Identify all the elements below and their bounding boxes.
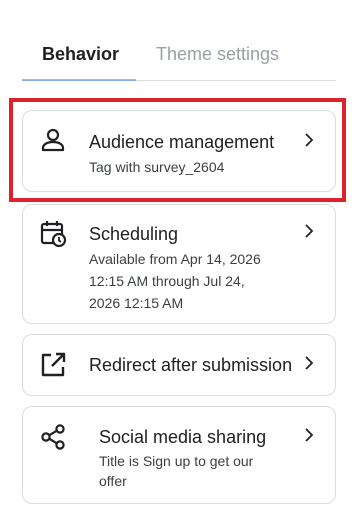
social-media-title: Social media sharing (99, 427, 267, 447)
scheduling-line-3: 2026 12:15 AM (89, 295, 184, 311)
chevron-right-icon (305, 428, 314, 442)
redirect-title: Redirect after submission (89, 355, 293, 375)
scheduling-line-2: 12:15 AM through Jul 24, (89, 273, 245, 289)
active-tab-indicator (22, 79, 136, 81)
chevron-right-icon (305, 356, 314, 370)
scheduling-card[interactable]: Scheduling Available from Apr 14, 2026 1… (22, 204, 336, 324)
scheduling-line-1: Available from Apr 14, 2026 (89, 251, 261, 267)
share-icon (41, 424, 65, 450)
social-media-sharing-card[interactable]: Social media sharing Title is Sign up to… (22, 406, 336, 504)
open-in-new-icon (41, 352, 66, 377)
audience-management-title: Audience management (89, 132, 275, 152)
audience-management-subtitle: Tag with survey_2604 (89, 159, 225, 175)
chevron-right-icon (305, 224, 314, 238)
audience-management-card[interactable]: Audience management Tag with survey_2604 (22, 110, 336, 192)
social-media-line-1: Title is Sign up to get our (99, 453, 254, 469)
social-media-line-2: offer (99, 473, 127, 489)
settings-tabs: Behavior Theme settings (22, 28, 336, 81)
tab-behavior[interactable]: Behavior (42, 44, 119, 64)
calendar-clock-icon (40, 221, 67, 247)
chevron-right-icon (305, 133, 314, 147)
redirect-after-submission-card[interactable]: Redirect after submission (22, 334, 336, 396)
tab-theme-settings[interactable]: Theme settings (156, 44, 279, 64)
person-icon (41, 128, 65, 152)
scheduling-title: Scheduling (89, 224, 179, 244)
